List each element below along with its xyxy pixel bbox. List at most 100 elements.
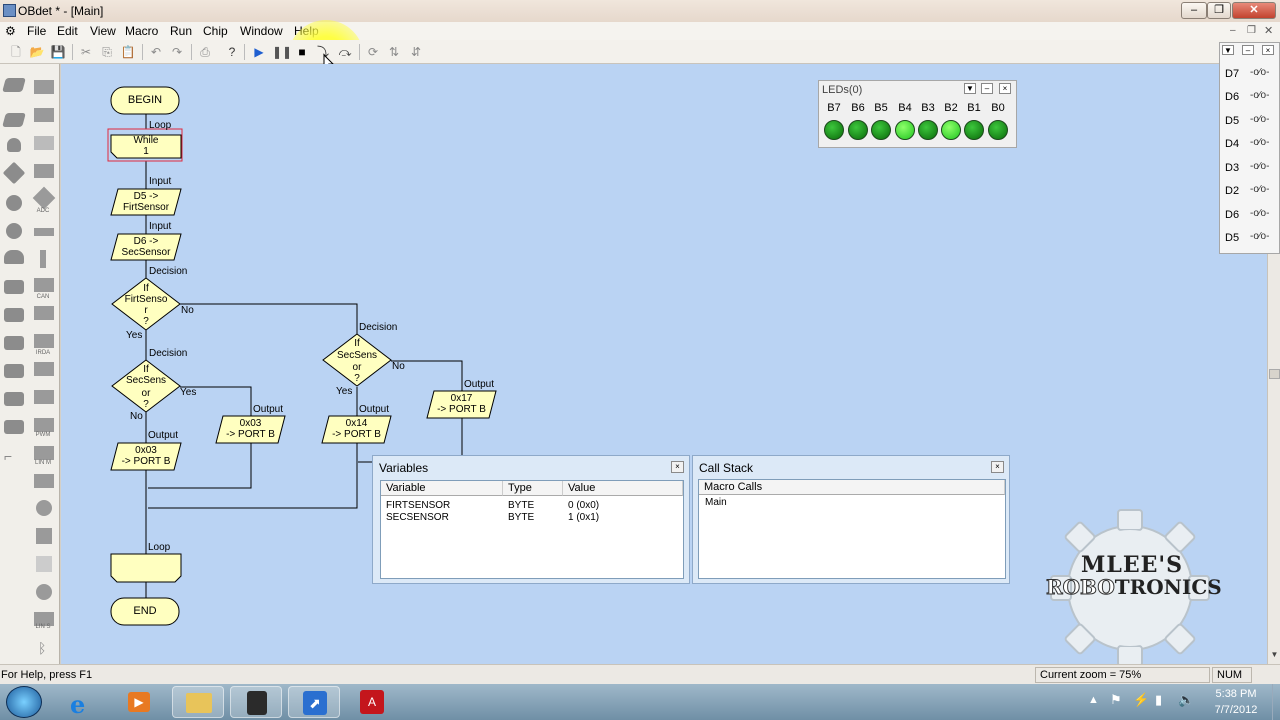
clock-date[interactable]: 7/7/2012 [1206, 704, 1266, 716]
variables-col-type[interactable]: Type [503, 481, 563, 496]
led-panel-close-icon[interactable]: × [999, 83, 1011, 94]
led-b1 [964, 120, 984, 140]
decision3-yes: Yes [336, 386, 353, 397]
loop-end-caption: Loop [148, 542, 171, 553]
watermark-line2: ROBOTRONICS [1046, 575, 1222, 600]
decision1-no: No [181, 305, 194, 316]
variables-window[interactable]: Variables × Variable Type Value FIRTSENS… [372, 455, 690, 584]
end-label: END [133, 605, 157, 617]
output4-caption: Output [464, 379, 495, 390]
start-button-icon[interactable] [6, 686, 42, 718]
tray-network-icon[interactable]: ▮ [1155, 692, 1162, 708]
variable-type-2: BYTE [508, 512, 535, 523]
output4-line1: 0x17 [450, 393, 473, 404]
while-label-1: While [133, 135, 159, 146]
switch-panel-minimize-icon[interactable]: – [1242, 45, 1254, 55]
led-label-b2: B2 [944, 102, 958, 114]
switch-d6-icon[interactable]: -o⁄o- [1250, 90, 1269, 101]
loop-end-block[interactable] [110, 553, 182, 583]
decision2-no: No [130, 411, 143, 422]
variable-value-1: 0 (0x0) [568, 500, 600, 511]
switch-d2-icon[interactable]: -o⁄o- [1250, 184, 1269, 195]
switch-d7-icon[interactable]: -o⁄o- [1250, 67, 1269, 78]
output2-line1: 0x03 [239, 418, 262, 429]
loop-caption: Loop [149, 120, 172, 131]
switch-label-d4: D4 [1225, 138, 1240, 150]
taskbar-pdf-icon[interactable]: A [346, 686, 398, 718]
call-stack-window[interactable]: Call Stack × Macro Calls Main [692, 455, 1010, 584]
switch-panel[interactable]: ▼ – × D7 -o⁄o- D6 -o⁄o- D5 -o⁄o- D4 -o⁄o… [1219, 42, 1280, 254]
variable-value-2: 1 (0x1) [568, 512, 600, 523]
call-stack-row[interactable]: Main [705, 497, 727, 508]
output2-caption: Output [253, 404, 284, 415]
led-label-b0: B0 [991, 102, 1005, 114]
decision3-line4: ? [354, 373, 360, 384]
output3-line1: 0x14 [345, 418, 368, 429]
switch-label-d7: D7 [1225, 68, 1240, 80]
switch-label-d3: D3 [1225, 162, 1240, 174]
variables-col-value[interactable]: Value [563, 481, 683, 496]
led-label-b3: B3 [921, 102, 935, 114]
tray-power-icon[interactable]: ⚡ [1133, 692, 1149, 708]
status-help-text: For Help, press F1 [1, 669, 93, 681]
switch-d4-icon[interactable]: -o⁄o- [1250, 137, 1269, 148]
switch-panel-pin-icon[interactable]: ▼ [1222, 45, 1234, 55]
led-panel-minimize-icon[interactable]: – [981, 83, 993, 94]
switch-label-d5: D5 [1225, 115, 1240, 127]
led-panel[interactable]: LEDs(0) ▼ – × B7 B6 B5 B4 B3 B2 B1 B0 [818, 80, 1017, 148]
switch-d6b-icon[interactable]: -o⁄o- [1250, 208, 1269, 219]
led-b4 [895, 120, 915, 140]
variables-title: Variables [379, 461, 429, 475]
led-b3 [918, 120, 938, 140]
taskbar-ie-icon[interactable]: e [58, 686, 110, 719]
decision3-caption: Decision [359, 322, 398, 333]
switch-panel-close-icon[interactable]: × [1262, 45, 1274, 55]
output4-line2: -> PORT B [437, 404, 486, 415]
output1-caption: Output [148, 430, 179, 441]
switch-d3-icon[interactable]: -o⁄o- [1250, 161, 1269, 172]
tray-flag-icon[interactable]: ⚑ [1110, 692, 1122, 708]
tray-show-hidden-icon[interactable]: ▲ [1088, 694, 1099, 706]
led-b2 [941, 120, 961, 140]
call-stack-close-icon[interactable]: × [991, 461, 1004, 473]
status-bar: For Help, press F1 Current zoom = 75% NU… [0, 664, 1280, 684]
decision2-caption: Decision [149, 348, 188, 359]
decision2-line2: SecSens [125, 375, 167, 386]
while-label-2: 1 [143, 146, 149, 157]
decision1-caption: Decision [149, 266, 188, 277]
variable-name-1[interactable]: FIRTSENSOR [386, 500, 450, 511]
decision1-line2: FirtSenso [124, 294, 168, 305]
decision2-yes: Yes [180, 387, 197, 398]
call-stack-col-macro-calls[interactable]: Macro Calls [699, 480, 1005, 495]
switch-d5b-icon[interactable]: -o⁄o- [1250, 231, 1269, 242]
variable-name-2[interactable]: SECSENSOR [386, 512, 449, 523]
taskbar-recorder-icon[interactable] [230, 686, 282, 718]
show-desktop-button[interactable] [1272, 684, 1280, 720]
switch-label-d6b: D6 [1225, 209, 1240, 221]
variables-list[interactable]: Variable Type Value FIRTSENSOR BYTE 0 (0… [380, 480, 684, 579]
variables-col-variable[interactable]: Variable [381, 481, 503, 496]
led-label-b7: B7 [827, 102, 841, 114]
call-stack-list[interactable]: Macro Calls Main [698, 479, 1006, 579]
input1-caption: Input [149, 176, 172, 187]
variables-close-icon[interactable]: × [671, 461, 684, 473]
clock-time[interactable]: 5:38 PM [1206, 688, 1266, 700]
switch-d5-icon[interactable]: -o⁄o- [1250, 114, 1269, 125]
decision2-line4: ? [143, 399, 149, 410]
taskbar-explorer-icon[interactable] [172, 686, 224, 718]
input2-line2: SecSensor [121, 247, 171, 258]
decision1-line4: ? [143, 316, 149, 327]
output2-line2: -> PORT B [226, 429, 275, 440]
variable-type-1: BYTE [508, 500, 535, 511]
tray-volume-icon[interactable]: 🔈 [1178, 692, 1194, 708]
taskbar-flowcode-icon[interactable]: ⬈ [288, 686, 340, 718]
led-b0 [988, 120, 1008, 140]
input1-line1: D5 -> [133, 191, 159, 202]
led-panel-pin-icon[interactable]: ▼ [964, 83, 976, 94]
decision1-line1: If [143, 283, 149, 294]
decision3-line1: If [354, 338, 360, 349]
taskbar-media-icon[interactable]: ▶ [114, 686, 166, 718]
watermark-robo: ROBO [1046, 575, 1116, 600]
input2-caption: Input [149, 221, 172, 232]
taskbar: e ▶ ⬈ A ▲ ⚑ ⚡ ▮ 🔈 5:38 PM 7/7/2012 [0, 684, 1280, 720]
